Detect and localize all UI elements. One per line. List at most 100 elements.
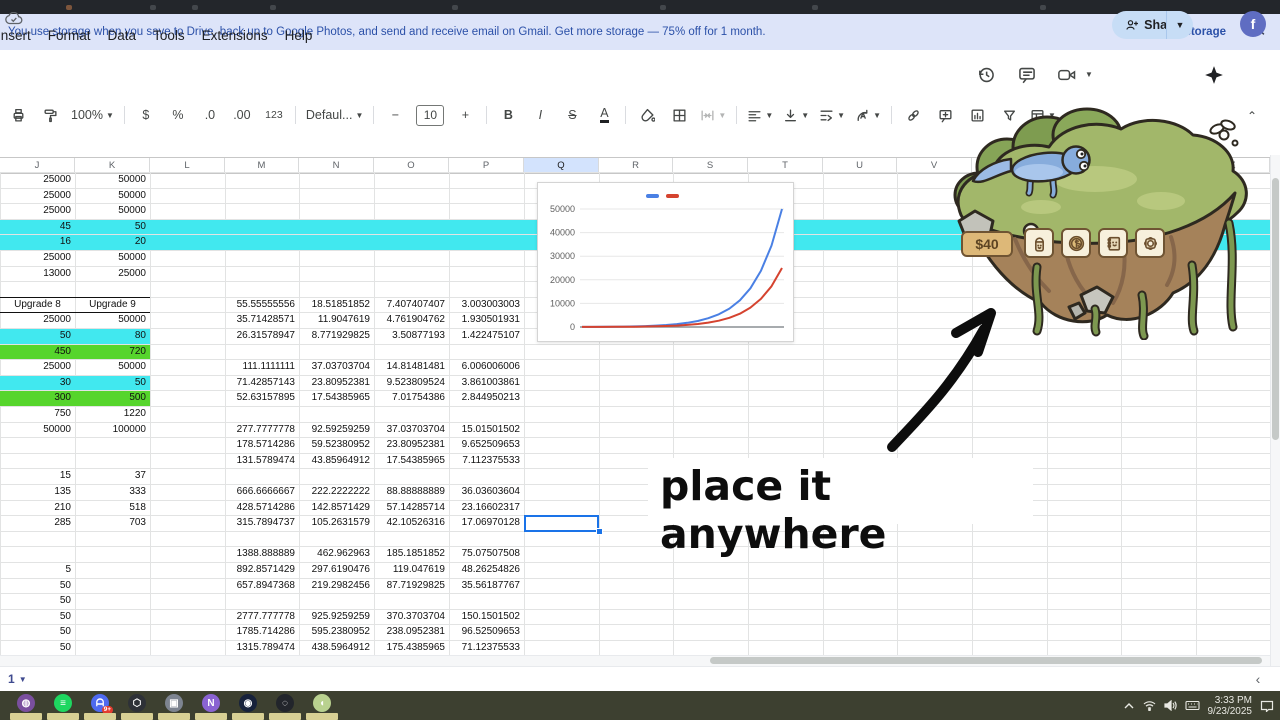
cell-O-r25[interactable]: 119.047619 [374,562,449,578]
cell-O-r24[interactable]: 185.1851852 [374,546,449,562]
taskbar-app-spotify[interactable]: ≡ [54,694,72,712]
column-header-U[interactable]: U [823,158,897,173]
cell-O-r30[interactable]: 175.4385965 [374,640,449,656]
touch-keyboard-icon[interactable] [1185,700,1200,711]
increase-decimals-button[interactable]: .00 [228,103,256,127]
cell-K-r2[interactable]: 50000 [75,203,150,219]
borders-button[interactable] [665,103,693,127]
cell-M-r21[interactable]: 428.5714286 [225,500,299,516]
cell-M-r25[interactable]: 892.8571429 [225,562,299,578]
cell-M-r24[interactable]: 1388.888889 [225,546,299,562]
column-header-M[interactable]: M [225,158,299,173]
cell-O-r18[interactable]: 17.54385965 [374,453,449,469]
column-header-L[interactable]: L [150,158,225,173]
cell-P-r16[interactable]: 15.01501502 [449,422,524,438]
taskbar-app-launcher[interactable]: ▣ [165,694,183,712]
cell-N-r8[interactable]: 18.51851852 [299,297,374,313]
taskbar-app-egg-game[interactable]: ◖ [313,694,331,712]
paint-format-button[interactable] [36,103,64,127]
cell-M-r17[interactable]: 178.5714286 [225,437,299,453]
cell-K-r6[interactable]: 25000 [75,266,150,282]
cell-P-r17[interactable]: 9.652509653 [449,437,524,453]
cell-P-r10[interactable]: 1.422475107 [449,328,524,344]
cell-P-r21[interactable]: 23.16602317 [449,500,524,516]
cell-O-r10[interactable]: 3.50877193 [374,328,449,344]
cell-K-r3[interactable]: 50 [75,219,150,235]
cell-N-r30[interactable]: 438.5964912 [299,640,374,656]
cell-O-r26[interactable]: 87.71929825 [374,578,449,594]
cell-P-r29[interactable]: 96.52509653 [449,624,524,640]
column-header-T[interactable]: T [748,158,823,173]
cell-K-r4[interactable]: 20 [75,234,150,250]
cell-K-r22[interactable]: 703 [75,515,150,531]
cell-O-r14[interactable]: 7.01754386 [374,390,449,406]
menu-insert[interactable]: Insert [0,28,31,43]
cell-M-r20[interactable]: 666.6666667 [225,484,299,500]
cell-N-r10[interactable]: 8.771929825 [299,328,374,344]
cell-O-r9[interactable]: 4.761904762 [374,312,449,328]
cell-J-r2[interactable]: 25000 [0,203,75,219]
cell-O-r12[interactable]: 14.81481481 [374,359,449,375]
merge-cells-button[interactable]: ▼ [697,103,729,127]
cell-P-r30[interactable]: 71.12375533 [449,640,524,656]
more-formats-button[interactable]: 123 [260,103,288,127]
cell-N-r20[interactable]: 222.2222222 [299,484,374,500]
cell-K-r21[interactable]: 518 [75,500,150,516]
column-header-R[interactable]: R [599,158,673,173]
cell-J-r21[interactable]: 210 [0,500,75,516]
menu-help[interactable]: Help [285,28,313,43]
cell-O-r29[interactable]: 238.0952381 [374,624,449,640]
money-badge[interactable]: $40 [961,231,1013,257]
cell-J-r8[interactable]: Upgrade 8 [0,297,75,313]
horizontal-scrollbar-thumb[interactable] [710,657,1262,664]
game-button-settings[interactable] [1135,228,1165,258]
cell-J-r30[interactable]: 50 [0,640,75,656]
cell-K-r5[interactable]: 50000 [75,250,150,266]
column-header-Q[interactable]: Q [524,158,599,173]
cell-O-r28[interactable]: 370.3703704 [374,609,449,625]
font-select[interactable]: Defaul...▼ [303,103,366,127]
volume-icon[interactable] [1164,700,1177,711]
cell-N-r26[interactable]: 219.2982456 [299,578,374,594]
cell-J-r5[interactable]: 25000 [0,250,75,266]
menu-extensions[interactable]: Extensions [202,28,268,43]
text-wrap-button[interactable]: ▼ [816,103,848,127]
embedded-chart[interactable]: 50000400003000020000100000 [537,182,794,342]
cell-N-r17[interactable]: 59.52380952 [299,437,374,453]
cell-K-r9[interactable]: 50000 [75,312,150,328]
zoom-select[interactable]: 100%▼ [68,103,117,127]
cell-N-r24[interactable]: 462.962963 [299,546,374,562]
taskbar-app-obs[interactable]: ◌ [276,694,294,712]
cell-N-r28[interactable]: 925.9259259 [299,609,374,625]
fill-handle[interactable] [596,528,603,535]
taskbar-app-steam[interactable]: ◉ [239,694,257,712]
cell-J-r12[interactable]: 25000 [0,359,75,375]
cell-M-r28[interactable]: 2777.777778 [225,609,299,625]
cell-K-r15[interactable]: 1220 [75,406,150,422]
format-percent-button[interactable]: % [164,103,192,127]
cell-P-r28[interactable]: 150.1501502 [449,609,524,625]
cell-J-r27[interactable]: 50 [0,593,75,609]
cell-O-r20[interactable]: 88.88888889 [374,484,449,500]
increase-font-size-button[interactable]: + [451,103,479,127]
cell-K-r12[interactable]: 50000 [75,359,150,375]
cell-O-r16[interactable]: 37.03703704 [374,422,449,438]
fill-color-button[interactable] [633,103,661,127]
cell-J-r20[interactable]: 135 [0,484,75,500]
cell-O-r22[interactable]: 42.10526316 [374,515,449,531]
cell-O-r8[interactable]: 7.407407407 [374,297,449,313]
cell-M-r13[interactable]: 71.42857143 [225,375,299,391]
cell-N-r16[interactable]: 92.59259259 [299,422,374,438]
cell-K-r16[interactable]: 100000 [75,422,150,438]
cell-J-r11[interactable]: 450 [0,344,75,360]
cell-P-r13[interactable]: 3.861003861 [449,375,524,391]
cell-J-r13[interactable]: 30 [0,375,75,391]
cell-J-r19[interactable]: 15 [0,468,75,484]
cell-P-r14[interactable]: 2.844950213 [449,390,524,406]
cell-J-r25[interactable]: 5 [0,562,75,578]
cell-N-r9[interactable]: 11.9047619 [299,312,374,328]
cell-M-r9[interactable]: 35.71428571 [225,312,299,328]
cell-J-r0[interactable]: 25000 [0,172,75,188]
cell-P-r8[interactable]: 3.003003003 [449,297,524,313]
cell-K-r10[interactable]: 80 [75,328,150,344]
